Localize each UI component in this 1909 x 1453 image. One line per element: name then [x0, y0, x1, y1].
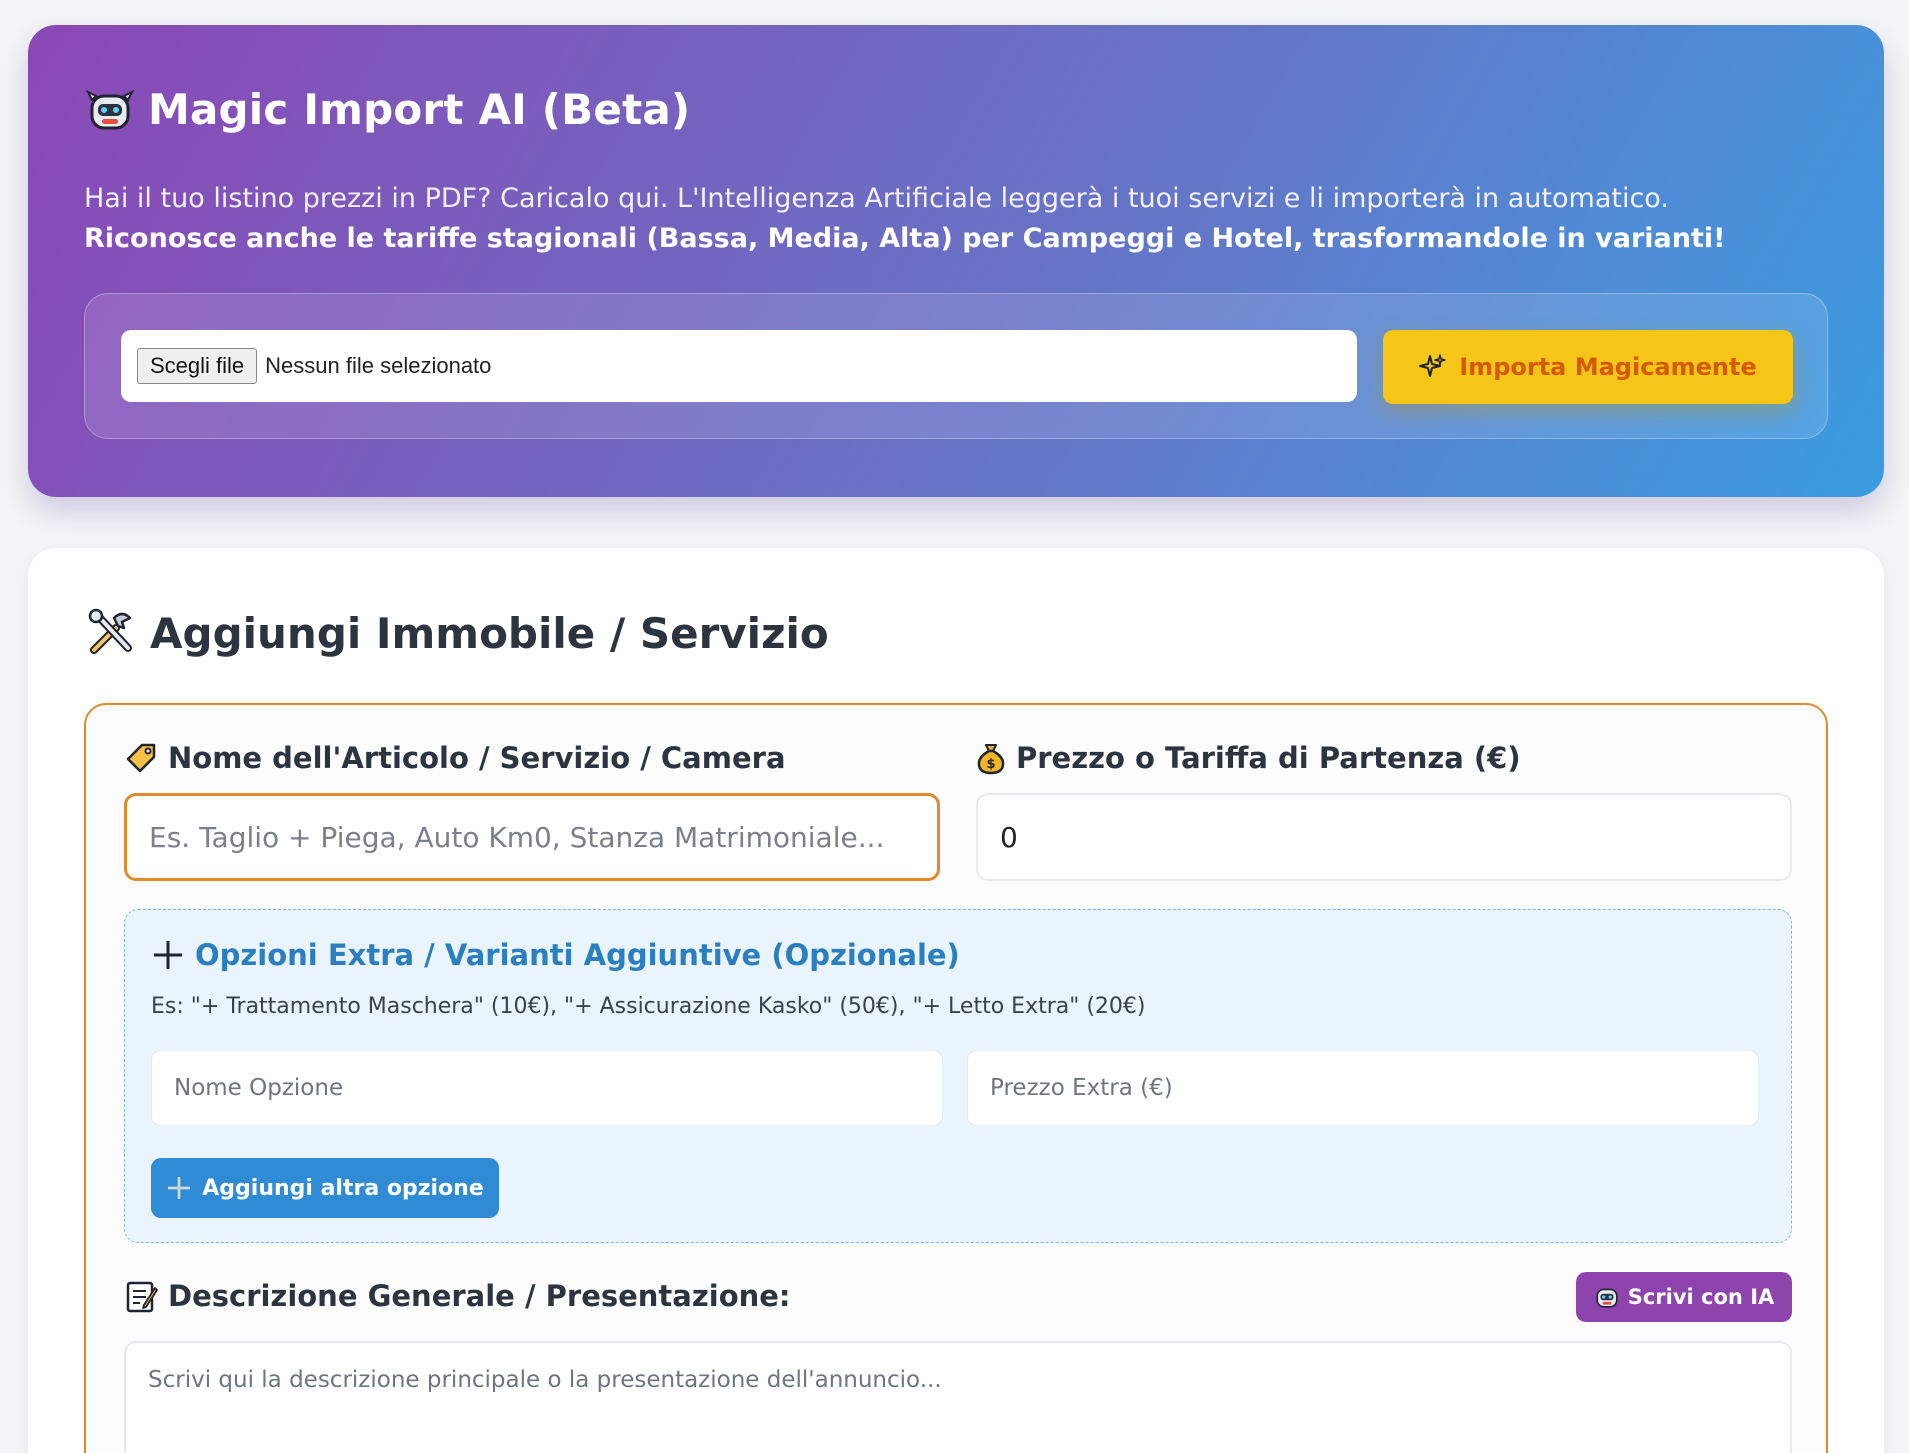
add-item-card: Aggiungi Immobile / Servizio Nome dell'A…	[28, 548, 1884, 1453]
extras-example: Es: "+ Trattamento Maschera" (10€), "+ A…	[151, 994, 1146, 1019]
money-bag-icon: $	[977, 744, 1005, 775]
magic-import-heading: Magic Import AI (Beta)	[86, 85, 690, 134]
magic-import-card: Magic Import AI (Beta) Hai il tuo listin…	[28, 25, 1884, 497]
add-option-label: Aggiungi altra opzione	[202, 1175, 484, 1201]
write-with-ai-label: Scrivi con IA	[1627, 1285, 1775, 1309]
write-with-ai-button[interactable]: Scrivi con IA	[1576, 1272, 1792, 1322]
sparkles-icon	[1419, 354, 1446, 377]
item-name-input[interactable]	[124, 793, 940, 881]
file-status: Nessun file selezionato	[265, 353, 492, 378]
tag-icon	[126, 743, 156, 773]
name-label: Nome dell'Articolo / Servizio / Camera	[124, 741, 786, 775]
extras-title: Opzioni Extra / Varianti Aggiuntive (Opz…	[195, 938, 960, 972]
description-highlight: Riconosce anche le tariffe stagionali (B…	[84, 223, 1726, 254]
option-name-input[interactable]	[151, 1050, 943, 1126]
price-input[interactable]	[976, 793, 1792, 881]
option-price-input[interactable]	[967, 1050, 1759, 1126]
plus-icon	[168, 1177, 191, 1199]
magic-import-description: Hai il tuo listino prezzi in PDF? Carica…	[84, 179, 1804, 259]
upload-panel: Scegli file Nessun file selezionato Impo…	[84, 293, 1828, 439]
add-option-button[interactable]: Aggiungi altra opzione	[151, 1158, 499, 1218]
description-label: Descrizione Generale / Presentazione:	[124, 1279, 791, 1313]
svg-text:$: $	[986, 757, 995, 772]
choose-file-button[interactable]: Scegli file	[137, 348, 258, 384]
import-magically-button[interactable]: Importa Magicamente	[1383, 330, 1793, 404]
add-item-heading: Aggiungi Immobile / Servizio	[86, 608, 829, 658]
add-item-title: Aggiungi Immobile / Servizio	[150, 608, 829, 658]
memo-icon	[126, 1281, 158, 1313]
extra-options-section: Opzioni Extra / Varianti Aggiuntive (Opz…	[124, 909, 1792, 1243]
price-label: $ Prezzo o Tariffa di Partenza (€)	[976, 741, 1521, 775]
description-textarea[interactable]	[124, 1341, 1792, 1453]
import-button-label: Importa Magicamente	[1459, 353, 1757, 381]
robot-icon	[1596, 1288, 1618, 1308]
description-label-text: Descrizione Generale / Presentazione:	[168, 1279, 791, 1313]
item-form: Nome dell'Articolo / Servizio / Camera $…	[84, 703, 1828, 1453]
name-label-text: Nome dell'Articolo / Servizio / Camera	[168, 741, 786, 775]
description-text: Hai il tuo listino prezzi in PDF? Carica…	[84, 183, 1669, 214]
price-label-text: Prezzo o Tariffa di Partenza (€)	[1016, 741, 1521, 775]
plus-icon	[154, 941, 182, 969]
file-input[interactable]: Scegli file Nessun file selezionato	[121, 330, 1357, 402]
tools-icon	[88, 608, 132, 654]
extras-heading: Opzioni Extra / Varianti Aggiuntive (Opz…	[151, 938, 960, 972]
robot-icon	[86, 89, 134, 129]
magic-import-title: Magic Import AI (Beta)	[148, 85, 691, 134]
